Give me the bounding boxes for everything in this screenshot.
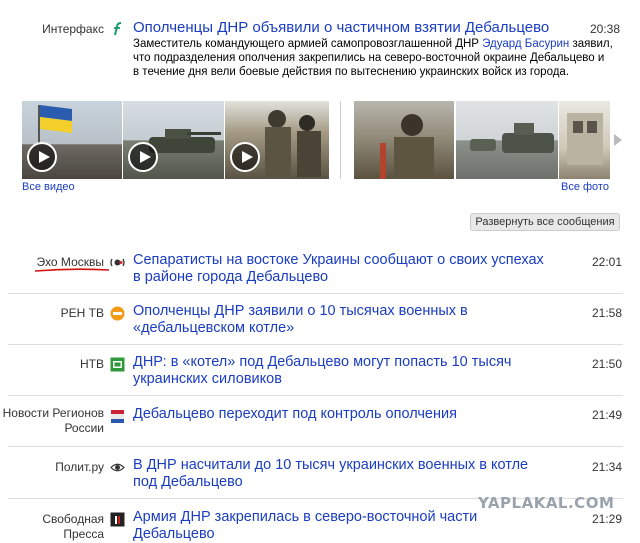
news-title[interactable]: ДНР: в «котел» под Дебальцево могут попа… bbox=[133, 354, 553, 388]
play-icon[interactable] bbox=[27, 142, 57, 172]
news-title[interactable]: Дебальцево переходит под контроль ополче… bbox=[133, 406, 553, 423]
news-source[interactable]: РЕН ТВ bbox=[0, 306, 104, 321]
news-time: 21:34 bbox=[591, 460, 622, 474]
news-source[interactable]: Новости Регионов России bbox=[0, 406, 104, 436]
news-time: 22:01 bbox=[591, 255, 622, 269]
echo-icon bbox=[110, 258, 125, 267]
news-time: 21:49 bbox=[591, 408, 622, 422]
video-thumb-3[interactable] bbox=[225, 101, 329, 179]
video-thumb-1[interactable] bbox=[22, 101, 122, 179]
news-time: 21:58 bbox=[591, 306, 622, 320]
news-source[interactable]: Свободная Пресса bbox=[0, 512, 104, 542]
photo-thumb-2[interactable] bbox=[456, 101, 558, 179]
all-video-link[interactable]: Все видео bbox=[22, 181, 75, 193]
interfax-icon bbox=[114, 22, 122, 36]
play-icon[interactable] bbox=[230, 142, 260, 172]
photo-thumb-3[interactable] bbox=[559, 101, 610, 179]
person-link[interactable]: Эдуард Басурин bbox=[482, 38, 569, 50]
soldiers-image bbox=[265, 110, 321, 177]
lead-snippet: Заместитель командующего армией самопров… bbox=[133, 37, 613, 79]
regions-icon bbox=[111, 410, 124, 423]
news-source[interactable]: НТВ bbox=[0, 357, 104, 372]
red-underline-mark bbox=[34, 268, 110, 272]
sp-icon bbox=[110, 512, 125, 527]
video-thumb-2[interactable] bbox=[123, 101, 224, 179]
soldier-photo bbox=[380, 114, 434, 179]
photo-thumb-1[interactable] bbox=[354, 101, 454, 179]
watermark: YAPLAKAL.COM bbox=[478, 494, 615, 512]
lead-time: 20:38 bbox=[589, 22, 620, 36]
news-title[interactable]: Армия ДНР закрепилась в северо-восточной… bbox=[133, 509, 553, 543]
building-photo bbox=[567, 113, 603, 165]
row-divider bbox=[8, 344, 623, 345]
news-time: 21:50 bbox=[591, 357, 622, 371]
news-title[interactable]: Сепаратисты на востоке Украины сообщают … bbox=[133, 252, 553, 286]
flag-image bbox=[38, 105, 72, 143]
play-icon[interactable] bbox=[128, 142, 158, 172]
row-divider bbox=[8, 395, 623, 396]
news-source[interactable]: Полит.ру bbox=[0, 460, 104, 475]
all-photo-link[interactable]: Все фото bbox=[561, 181, 609, 193]
news-title[interactable]: Ополченцы ДНР заявили о 10 тысячах военн… bbox=[133, 303, 553, 337]
snippet-text: Заместитель командующего армией самопров… bbox=[133, 38, 483, 50]
lead-title[interactable]: Ополченцы ДНР объявили о частичном взяти… bbox=[133, 19, 573, 37]
next-arrow-icon[interactable] bbox=[614, 134, 622, 146]
row-divider bbox=[8, 293, 623, 294]
ren-tv-icon bbox=[110, 306, 125, 321]
ntv-icon bbox=[110, 357, 125, 372]
polit-eye-icon bbox=[110, 463, 125, 472]
expand-all-button[interactable]: Развернуть все сообщения bbox=[470, 213, 620, 231]
news-title[interactable]: В ДНР насчитали до 10 тысяч украинских в… bbox=[133, 457, 553, 491]
media-divider bbox=[340, 101, 341, 179]
apc-photo bbox=[470, 123, 554, 153]
lead-source[interactable]: Интерфакс bbox=[0, 22, 104, 36]
news-time: 21:29 bbox=[591, 512, 622, 526]
row-divider bbox=[8, 446, 623, 447]
